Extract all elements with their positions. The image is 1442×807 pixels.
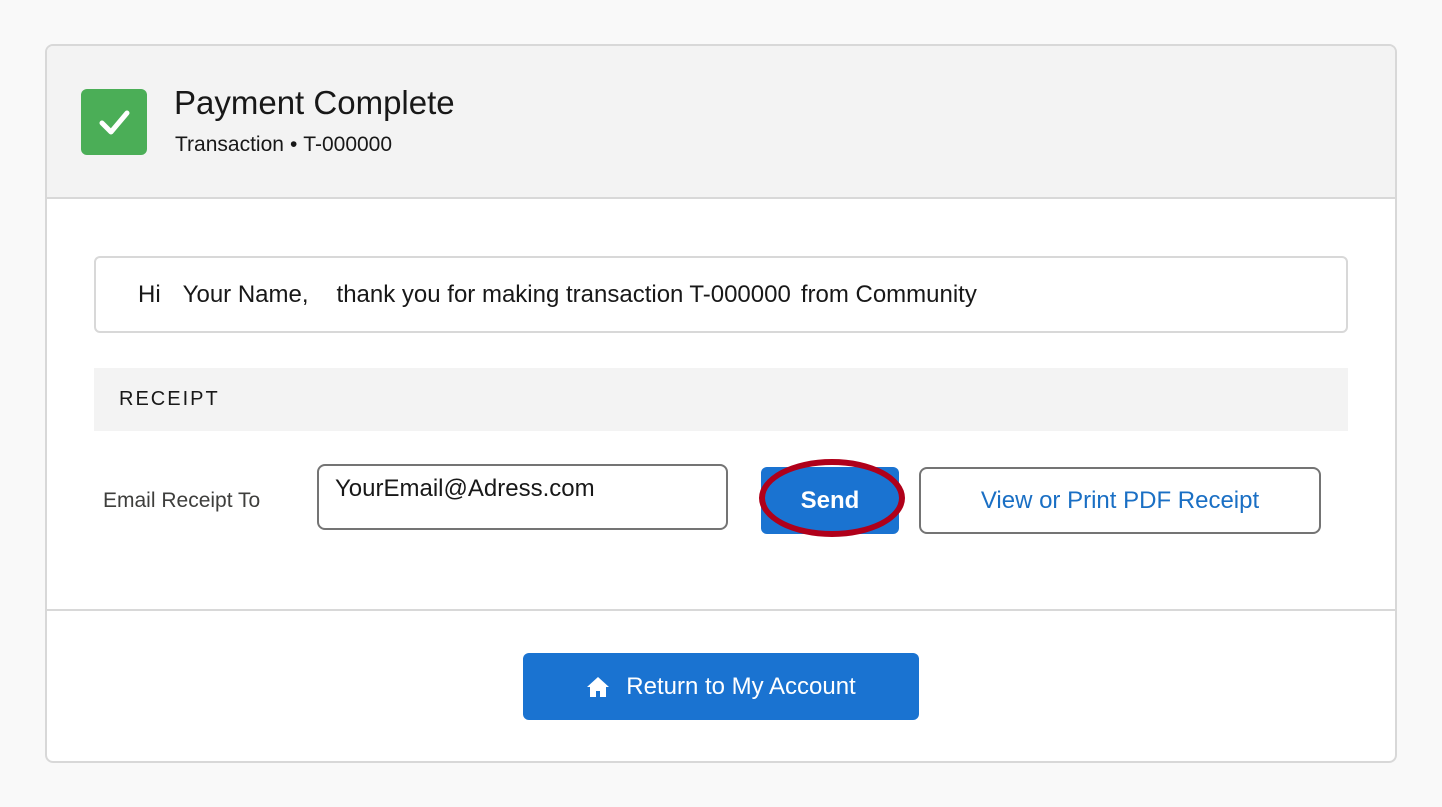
return-to-account-button[interactable]: Return to My Account xyxy=(523,653,919,720)
view-pdf-receipt-button[interactable]: View or Print PDF Receipt xyxy=(919,467,1321,534)
send-button[interactable]: Send xyxy=(761,467,899,534)
greeting-hi: Hi xyxy=(138,280,161,308)
subtitle-type: Transaction xyxy=(175,133,284,156)
transaction-subtitle: Transaction • T-000000 xyxy=(175,133,392,157)
greeting-transaction-id: T-000000 xyxy=(689,280,791,308)
email-input[interactable] xyxy=(317,464,728,530)
footer-divider xyxy=(47,609,1395,611)
page-title: Payment Complete xyxy=(174,84,455,121)
payment-complete-card: Payment Complete Transaction • T-000000 Hi… xyxy=(45,44,1397,763)
checkmark-icon xyxy=(81,89,147,155)
greeting-name: Your Name, xyxy=(182,280,309,308)
card-header: Payment Complete Transaction • T-000000 xyxy=(47,46,1395,199)
receipt-section-title: RECEIPT xyxy=(119,388,220,410)
subtitle-separator: • xyxy=(289,133,298,156)
return-button-label: Return to My Account xyxy=(626,672,856,700)
email-receipt-label: Email Receipt To xyxy=(103,489,261,512)
greeting-source: from Community xyxy=(800,280,977,308)
home-icon xyxy=(586,676,610,698)
greeting-message: Hi Your Name, thank you for making trans… xyxy=(94,256,1348,333)
receipt-section-header: RECEIPT xyxy=(94,368,1348,431)
subtitle-transaction-id: T-000000 xyxy=(303,133,393,156)
greeting-text: thank you for making transaction xyxy=(336,280,684,308)
